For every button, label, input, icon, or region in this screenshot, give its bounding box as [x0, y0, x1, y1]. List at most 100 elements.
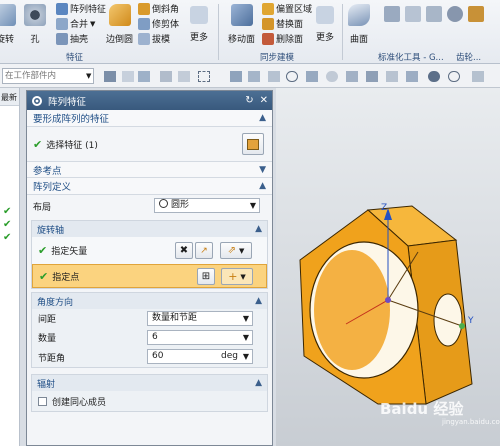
draft-button[interactable]: 拔模 — [138, 32, 170, 45]
specify-vector-row[interactable]: ✔ 指定矢量 ✖ ↗ ⇗ ▼ — [32, 237, 267, 264]
lasso-icon[interactable] — [178, 71, 190, 82]
pitch-angle-value: 60 — [152, 351, 164, 361]
vector-dialog-button[interactable]: ↗ — [195, 242, 213, 259]
selection-scope-dropdown[interactable]: 在工作部件内 — [2, 68, 94, 84]
spacing-dropdown[interactable]: 数量和节距 ▼ — [147, 311, 253, 326]
filter-icon[interactable] — [104, 71, 116, 82]
tangent-icon[interactable] — [366, 71, 378, 82]
nut-icon[interactable] — [405, 6, 421, 22]
section-features-header[interactable]: 要形成阵列的特征 ▲ — [27, 110, 272, 127]
create-concentric-row[interactable]: 创建同心成员 — [32, 391, 267, 411]
rotation-axis-header[interactable]: 旋转轴 ▲ — [32, 221, 267, 237]
inferred-point-icon: + — [228, 270, 238, 283]
more-button-1[interactable]: 更多 — [190, 6, 208, 43]
specify-vector-label: 指定矢量 — [51, 247, 88, 257]
rotate-button[interactable]: 旋转 — [0, 4, 16, 45]
check-icon[interactable]: ✔ — [3, 206, 11, 217]
spacing-value: 数量和节距 — [152, 313, 198, 323]
delete-face-label: 删除面 — [276, 35, 304, 45]
hole-button[interactable]: 孔 — [24, 4, 46, 45]
origin-marker[interactable] — [385, 297, 391, 303]
line-snap-icon[interactable] — [268, 71, 280, 82]
reverse-direction-button[interactable]: ✖ — [175, 242, 193, 259]
pointer-icon[interactable] — [160, 71, 172, 82]
shell-label: 抽壳 — [70, 35, 89, 45]
select-feature-button[interactable] — [242, 133, 264, 155]
merge-button[interactable]: 合并 ▼ — [56, 17, 95, 30]
bounded-grid-icon[interactable] — [406, 71, 418, 82]
check-icon[interactable]: ✔ — [3, 219, 11, 230]
gear-icon[interactable] — [447, 6, 463, 22]
count-input[interactable]: 6 ▼ — [147, 330, 253, 345]
graphics-viewport[interactable]: Z Y — [276, 88, 500, 446]
count-value: 6 — [152, 332, 158, 342]
axis-z-label: Z — [381, 203, 387, 213]
delete-face-button[interactable]: 删除面 — [262, 32, 303, 45]
count-row: 数量 6 ▼ — [32, 328, 267, 347]
create-concentric-checkbox[interactable] — [38, 396, 47, 406]
move-face-label: 移动面 — [228, 35, 256, 45]
edge-blend-icon — [108, 4, 131, 26]
section-pattern-def-header[interactable]: 阵列定义 ▲ — [27, 178, 272, 195]
chevron-down-icon: ▼ — [242, 352, 249, 361]
offset-region-button[interactable]: 偏置区域 — [262, 2, 312, 15]
delete-face-icon — [262, 32, 274, 45]
snap-point-icon[interactable] — [138, 71, 150, 82]
view-orient-icon[interactable] — [472, 71, 484, 82]
y-axis-handle[interactable] — [459, 323, 465, 329]
navigator-header-label: 最新 — [1, 93, 17, 102]
check-icon[interactable]: ✔ — [3, 232, 11, 243]
chevron-down-icon: ▼ — [242, 314, 249, 323]
intersection-icon[interactable] — [306, 71, 318, 82]
reset-icon[interactable]: ↻ — [245, 95, 253, 106]
stop-icon[interactable] — [428, 71, 440, 82]
layout-row: 布局 圆形 ▼ — [27, 195, 272, 217]
more-button-2[interactable]: 更多 — [316, 6, 334, 43]
specify-point-row[interactable]: ✔ 指定点 ⊞ + ▼ — [32, 264, 267, 288]
part-model[interactable]: Z Y — [276, 88, 500, 446]
angular-direction-header[interactable]: 角度方向 ▲ — [32, 293, 267, 309]
section-ref-point-header[interactable]: 参考点 ▼ — [27, 161, 272, 178]
pattern-feature-button[interactable]: 阵列特征 — [56, 2, 106, 15]
pattern-feature-icon — [56, 2, 68, 15]
pitch-angle-input[interactable]: 60 deg ▼ — [147, 349, 253, 364]
rotation-axis-group: 旋转轴 ▲ ✔ 指定矢量 ✖ ↗ ⇗ ▼ ✔ 指定点 ⊞ + ▼ — [31, 220, 268, 289]
point-on-curve-icon[interactable] — [346, 71, 358, 82]
trim-body-button[interactable]: 修剪体 — [138, 17, 179, 30]
select-feature-row[interactable]: ✔ 选择特征 (1) — [27, 127, 272, 161]
spring-icon[interactable] — [468, 6, 484, 22]
mid-point-icon[interactable] — [248, 71, 260, 82]
move-face-icon — [230, 4, 253, 26]
chamfer-button[interactable]: 倒斜角 — [138, 2, 179, 15]
surface-button[interactable]: 曲面 — [348, 4, 370, 45]
hole-icon — [24, 4, 46, 26]
arc-center-icon[interactable] — [286, 71, 298, 82]
feature-select-icon — [247, 138, 259, 150]
washer-icon[interactable] — [426, 6, 442, 22]
bolt-icon[interactable] — [384, 6, 400, 22]
edge-blend-button[interactable]: 边倒圆 — [106, 4, 133, 45]
chevron-down-icon[interactable]: ▼ — [86, 72, 91, 80]
spacing-row: 间距 数量和节距 ▼ — [32, 309, 267, 328]
select-all-icon[interactable] — [122, 71, 134, 82]
replace-face-button[interactable]: 替换面 — [262, 17, 303, 30]
rotate-icon — [0, 4, 16, 26]
move-face-button[interactable]: 移动面 — [228, 4, 255, 45]
point-type-dropdown[interactable]: + ▼ — [221, 268, 253, 285]
close-icon[interactable]: ✕ — [260, 95, 268, 106]
radiate-group: 辐射 ▲ 创建同心成员 — [31, 374, 268, 412]
group-separator-2 — [342, 4, 343, 60]
end-point-icon[interactable] — [230, 71, 242, 82]
radiate-header[interactable]: 辐射 ▲ — [32, 375, 267, 391]
quadrant-icon[interactable] — [326, 71, 338, 82]
layout-value: 圆形 — [171, 200, 190, 210]
point-dialog-button[interactable]: ⊞ — [197, 268, 215, 285]
chevron-down-icon: ▼ — [249, 201, 256, 210]
check-icon: ✔ — [33, 137, 43, 151]
layout-dropdown[interactable]: 圆形 ▼ — [154, 198, 260, 213]
shell-button[interactable]: 抽壳 — [56, 32, 88, 45]
rectangle-select-icon[interactable] — [198, 71, 210, 82]
point-on-face-icon[interactable] — [386, 71, 398, 82]
refresh-icon[interactable] — [448, 71, 460, 82]
vector-type-dropdown[interactable]: ⇗ ▼ — [220, 242, 252, 259]
